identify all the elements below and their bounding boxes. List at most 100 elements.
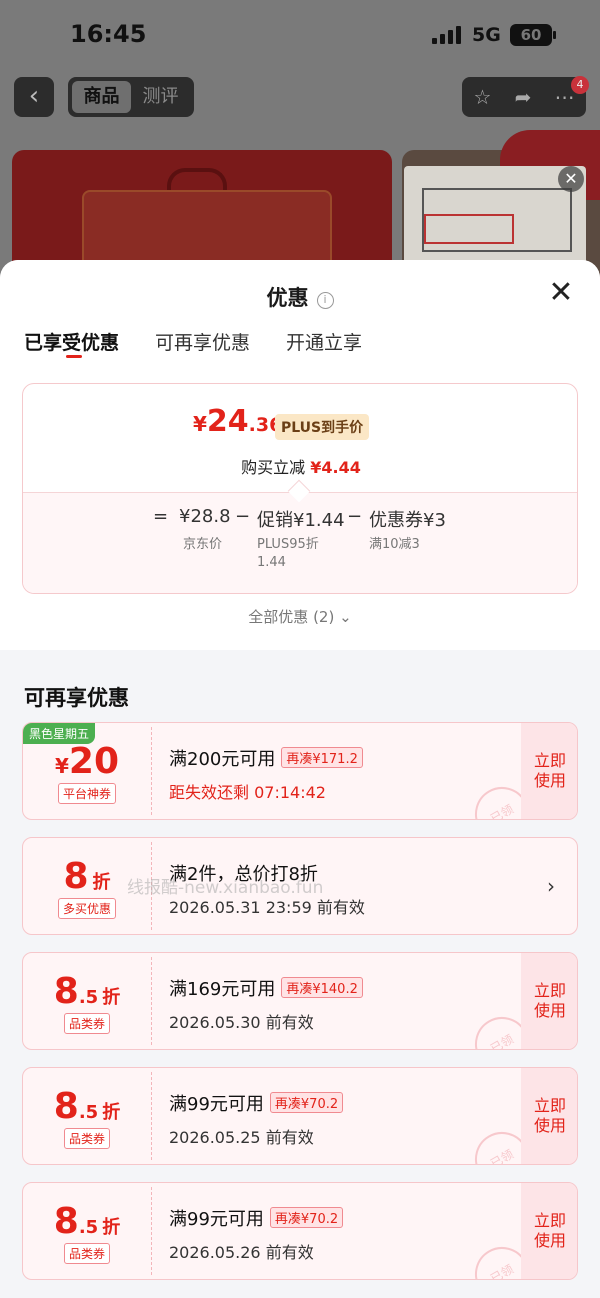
tab-review[interactable]: 测评 <box>131 81 190 113</box>
coupon-label: 满10减3 <box>369 537 420 552</box>
coupon-condition: 满169元可用 再凑¥140.2 <box>169 975 363 1001</box>
use-now-button[interactable]: 立即 使用 <box>521 953 577 1049</box>
coupon-divider <box>151 727 152 815</box>
coupon-remaining: 再凑¥140.2 <box>281 977 363 998</box>
formula-minus-1: − <box>235 506 251 527</box>
coupon-remaining: 再凑¥70.2 <box>269 1092 344 1113</box>
tab-product[interactable]: 商品 <box>72 81 131 113</box>
coupon-decimal: .5 <box>78 1102 99 1123</box>
building-highlight <box>424 214 514 244</box>
top-actions: ☆ ➦ ⋯ <box>462 77 586 117</box>
use-now-label-1: 立即 <box>533 981 566 1000</box>
network-type: 5G <box>472 24 501 46</box>
back-button[interactable]: ‹ <box>14 77 54 117</box>
coupon-remaining: 再凑¥171.2 <box>281 747 363 768</box>
coupon-value: 8.5 折 <box>23 1086 151 1127</box>
info-icon[interactable]: i <box>316 292 334 309</box>
coupon-condition-text: 满200元可用 <box>169 749 276 770</box>
coupon-type-label: 多买优惠 <box>57 898 117 919</box>
formula-promo: 促销¥1.44 <box>257 510 345 531</box>
coupon-condition-text: 满99元可用 <box>169 1209 264 1230</box>
formula-minus-2: − <box>347 506 363 527</box>
sheet-title-text: 优惠 <box>266 286 309 310</box>
discount-tabs: 已享受优惠 可再享优惠 开通立享 <box>24 328 398 368</box>
sheet-title: 优惠 i <box>0 282 600 312</box>
page-tab-switch: 商品 测评 <box>68 77 194 117</box>
coupon-condition: 满200元可用 再凑¥171.2 <box>169 745 363 771</box>
coupon-discount-unit: 折 <box>102 1102 121 1123</box>
status-bar: 16:45 5G 60 <box>0 0 600 70</box>
all-discounts-toggle[interactable]: 全部优惠 (2) ⌄ <box>0 606 600 627</box>
watermark-text: 线报酷-new.xianbao.fun <box>127 878 324 898</box>
use-now-label-1: 立即 <box>533 1211 566 1230</box>
tab-enjoyed-label: 已享受优惠 <box>24 332 120 354</box>
formula-equals: = <box>153 506 169 527</box>
sheet-close-button[interactable]: ✕ <box>546 278 576 308</box>
coupon-value-area: 8.5 折 品类券 <box>23 1183 151 1279</box>
price-summary-card: ¥24.36 PLUS到手价 购买立减 ¥4.44 = ¥28.8 − 促销¥1… <box>22 383 578 594</box>
status-time: 16:45 <box>70 20 147 48</box>
formula-coupon: 优惠券¥3 <box>369 510 446 531</box>
promo-label-line2: 1.44 <box>257 555 286 570</box>
coupon-remaining: 再凑¥70.2 <box>269 1207 344 1228</box>
coupon-discount-unit: 折 <box>102 1217 121 1238</box>
use-now-label-2: 使用 <box>533 771 566 790</box>
all-discounts-label: 全部优惠 (2) <box>248 608 335 626</box>
share-icon[interactable]: ➦ <box>515 85 532 109</box>
coupon-card[interactable]: ¥20 平台神券 黑色星期五 满200元可用 再凑¥171.2 距失效还剩 07:… <box>22 722 578 820</box>
use-now-label-1: 立即 <box>533 1096 566 1115</box>
tab-enjoyed[interactable]: 已享受优惠 <box>24 328 119 368</box>
coupon-discount-unit: 折 <box>102 987 121 1008</box>
signal-icon <box>432 26 464 44</box>
use-now-button[interactable]: 立即 使用 <box>521 1068 577 1164</box>
tab-more-available[interactable]: 可再享优惠 <box>155 328 250 368</box>
coupon-countdown: 距失效还剩 07:14:42 <box>169 783 326 802</box>
instant-cut-amount: ¥4.44 <box>310 458 361 477</box>
instant-cut: 购买立减 ¥4.44 <box>23 454 577 478</box>
coupon-type-label: 平台神券 <box>57 783 117 804</box>
coupon-value-area: 8.5 折 品类券 <box>23 953 151 1049</box>
coupon-divider <box>151 1072 152 1160</box>
sheet-header-area: 优惠 i ✕ 已享受优惠 可再享优惠 开通立享 ¥24.36 PLUS到手价 购买… <box>0 260 600 650</box>
price-currency: ¥ <box>193 412 207 436</box>
base-price-label: 京东价 <box>183 537 223 552</box>
coupon-event-tag: 黑色星期五 <box>23 723 96 744</box>
coupon-value-area: 8.5 折 品类券 <box>23 1068 151 1164</box>
active-tab-underline <box>66 355 82 358</box>
coupon-type-label: 品类券 <box>63 1128 111 1149</box>
coupon-type-label: 品类券 <box>63 1013 111 1034</box>
battery-tip <box>553 31 556 39</box>
coupon-divider <box>151 1187 152 1275</box>
coupon-card[interactable]: 8.5 折 品类券 满99元可用 再凑¥70.2 2026.05.25 前有效 已领… <box>22 1067 578 1165</box>
use-now-button[interactable]: 立即 使用 <box>521 1183 577 1279</box>
use-now-label-2: 使用 <box>533 1001 566 1020</box>
coupon-condition-text: 满169元可用 <box>169 979 276 1000</box>
coupon-number: 8 <box>53 1086 79 1127</box>
price-formula: = ¥28.8 − 促销¥1.44 − 优惠券¥3 <box>23 506 577 536</box>
coupon-type-label: 品类券 <box>63 1243 111 1264</box>
coupon-discount-unit: 折 <box>92 872 111 893</box>
coupon-divider <box>151 957 152 1045</box>
coupon-card[interactable]: 8.5 折 品类券 满169元可用 再凑¥140.2 2026.05.30 前有效 … <box>22 952 578 1050</box>
coupon-validity: 2026.05.26 前有效 <box>169 1243 314 1262</box>
coupon-condition-text: 满99元可用 <box>169 1094 264 1115</box>
coupon-condition: 满99元可用 再凑¥70.2 <box>169 1090 344 1116</box>
coupon-validity: 2026.05.25 前有效 <box>169 1128 314 1147</box>
final-price: ¥24.36 <box>193 404 282 439</box>
coupon-card[interactable]: 8.5 折 品类券 满99元可用 再凑¥70.2 2026.05.26 前有效 已领… <box>22 1182 578 1280</box>
use-now-label-1: 立即 <box>533 751 566 770</box>
section-title-more: 可再享优惠 <box>24 686 129 710</box>
use-now-button[interactable]: 立即 使用 <box>521 723 577 819</box>
chevron-right-icon[interactable]: › <box>547 874 555 898</box>
coupon-decimal: .5 <box>78 987 99 1008</box>
star-icon[interactable]: ☆ <box>474 85 492 109</box>
use-now-label-2: 使用 <box>533 1116 566 1135</box>
chevron-down-icon: ⌄ <box>339 608 352 626</box>
coupon-card[interactable]: 8折 多买优惠 满2件，总价打8折 2026.05.31 23:59 前有效 线… <box>22 837 578 935</box>
promo-label-line1: PLUS95折 <box>257 537 319 552</box>
plus-price-tag: PLUS到手价 <box>275 414 370 440</box>
tab-open-enjoy[interactable]: 开通立享 <box>286 328 362 368</box>
formula-base-price: ¥28.8 <box>179 506 231 527</box>
video-close-button[interactable]: ✕ <box>558 166 584 192</box>
coupon-condition: 满99元可用 再凑¥70.2 <box>169 1205 344 1231</box>
